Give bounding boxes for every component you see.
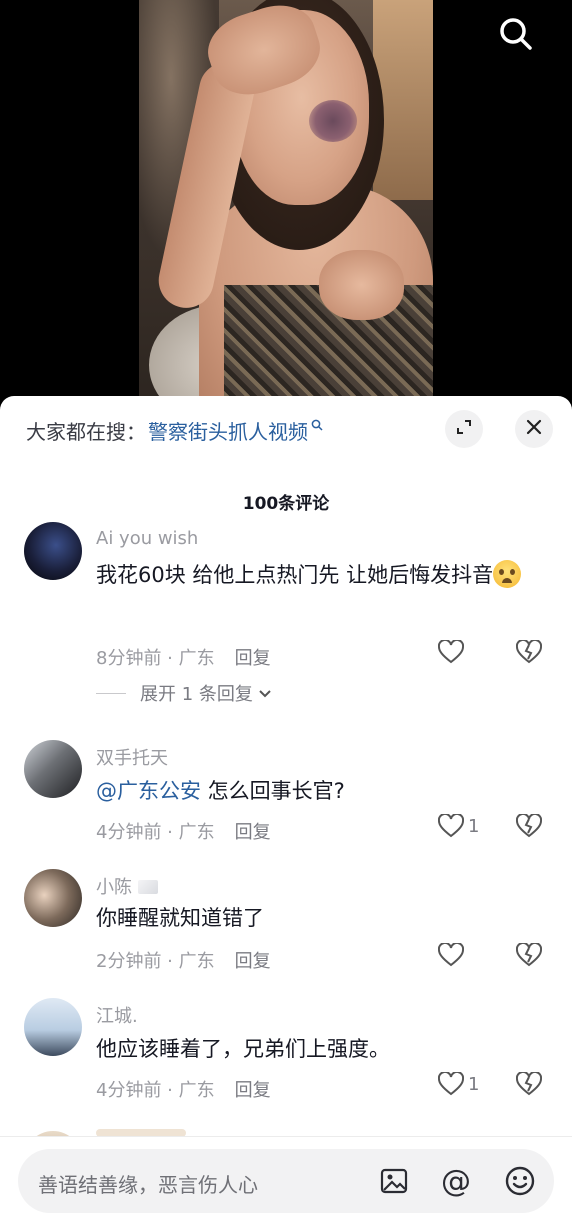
comment-text: 他应该睡着了，兄弟们上强度。: [96, 1037, 390, 1061]
reply-button[interactable]: 回复: [235, 822, 271, 843]
dislike-button[interactable]: [515, 638, 543, 668]
heart-icon: [438, 640, 464, 664]
comment-input[interactable]: 善语结善缘，恶言伤人心 @: [18, 1149, 554, 1213]
heart-icon: [438, 814, 464, 838]
like-button[interactable]: 1: [438, 1072, 479, 1096]
video-player[interactable]: [0, 0, 572, 420]
comment-meta: 2分钟前 · 广东 回复: [96, 951, 271, 972]
comment-text: 我花60块 给他上点热门先 让她后悔发抖音: [96, 556, 552, 594]
dislike-button[interactable]: [515, 1070, 543, 1100]
dislike-button[interactable]: [515, 941, 543, 971]
comment-meta: 8分钟前 · 广东 回复: [96, 648, 271, 669]
badge-icon: [137, 880, 158, 894]
like-count: 1: [468, 815, 480, 837]
comment-panel: 大家都在搜： 警察街头抓人视频 100条评论 Ai you wish 我花60块…: [0, 396, 572, 1225]
comment-text: @广东公安 怎么回事长官?: [96, 779, 345, 803]
broken-heart-icon: [515, 1070, 543, 1096]
hot-search-term[interactable]: 警察街头抓人视频: [148, 416, 308, 445]
broken-heart-icon: [515, 638, 543, 664]
comment-input-bar: 善语结善缘，恶言伤人心 @: [0, 1136, 572, 1225]
broken-heart-icon: [515, 941, 543, 967]
expand-icon: [454, 417, 474, 441]
chevron-down-icon: [259, 690, 271, 698]
comments-count: 100条评论: [242, 494, 330, 514]
heart-icon: [438, 1072, 464, 1096]
comment-username[interactable]: 小陈: [96, 873, 158, 899]
comment-meta: 4分钟前 · 广东 回复: [96, 1080, 271, 1101]
search-icon[interactable]: [496, 14, 536, 54]
comment-meta: 4分钟前 · 广东 回复: [96, 822, 271, 843]
comment-username[interactable]: 双手托天: [96, 744, 168, 770]
like-button[interactable]: [438, 640, 468, 664]
reply-button[interactable]: 回复: [235, 1080, 271, 1101]
video-frame: [139, 0, 433, 420]
like-count: 1: [468, 1073, 480, 1095]
broken-heart-icon: [515, 812, 543, 838]
reply-button[interactable]: 回复: [235, 951, 271, 972]
avatar[interactable]: [24, 522, 82, 580]
hot-search-label: 大家都在搜：: [26, 420, 146, 444]
emoji-icon[interactable]: [502, 1163, 538, 1199]
comment-input-placeholder: 善语结善缘，恶言伤人心: [38, 1173, 258, 1197]
image-icon[interactable]: [376, 1163, 412, 1199]
avatar[interactable]: [24, 740, 82, 798]
avatar[interactable]: [24, 869, 82, 927]
search-icon: [311, 419, 323, 435]
close-icon: [525, 418, 543, 440]
like-button[interactable]: [438, 943, 468, 967]
expand-button[interactable]: [445, 410, 483, 448]
comment-text: 你睡醒就知道错了: [96, 906, 264, 930]
comment-username[interactable]: Ai you wish: [96, 528, 198, 549]
dislike-button[interactable]: [515, 812, 543, 842]
avatar[interactable]: [24, 998, 82, 1056]
hot-search-row[interactable]: 大家都在搜： 警察街头抓人视频: [26, 416, 323, 445]
comment-username[interactable]: 江城.: [96, 1002, 138, 1028]
heart-icon: [438, 943, 464, 967]
crying-emoji-icon: [493, 560, 522, 588]
close-button[interactable]: [515, 410, 553, 448]
mention-link[interactable]: @广东公安: [96, 779, 201, 803]
reply-button[interactable]: 回复: [235, 648, 271, 669]
at-mention-icon[interactable]: @: [438, 1163, 474, 1199]
like-button[interactable]: 1: [438, 814, 479, 838]
expand-replies-button[interactable]: 展开 1 条回复: [96, 680, 273, 706]
